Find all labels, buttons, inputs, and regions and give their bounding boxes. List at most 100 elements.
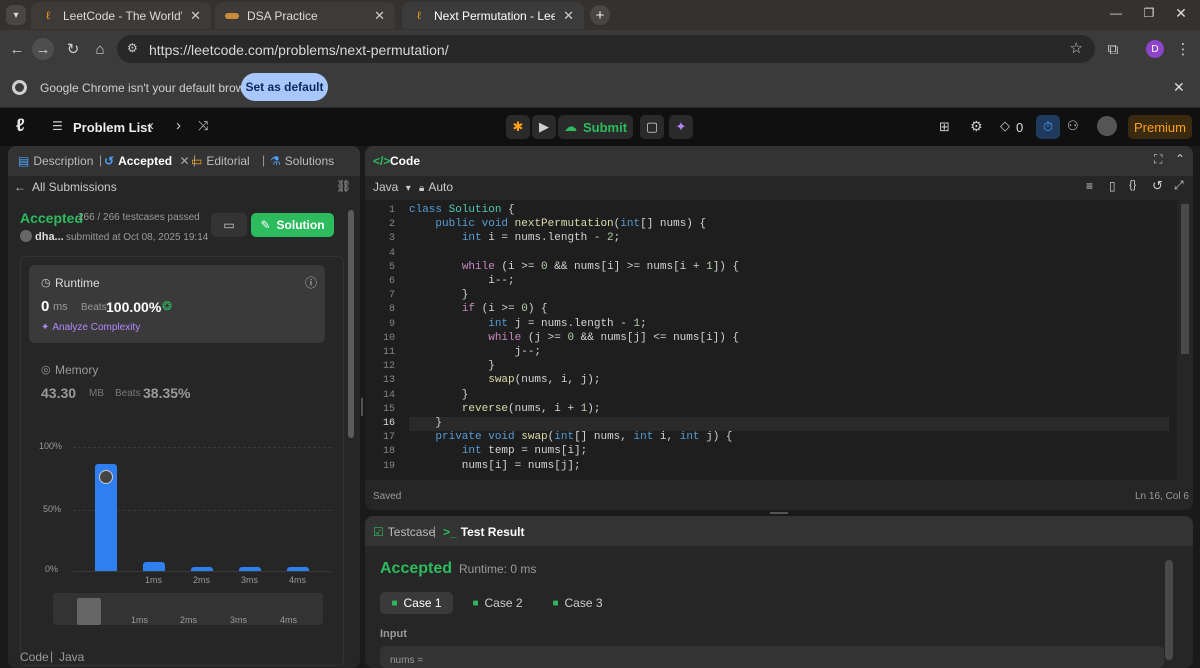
tab-editorial[interactable]: ▭ Editorial: [191, 154, 250, 168]
editorial-button[interactable]: ▭: [211, 213, 247, 237]
new-tab-button[interactable]: +: [590, 5, 610, 25]
reset-icon[interactable]: ↺: [1152, 178, 1163, 194]
home-button[interactable]: ⌂: [89, 38, 111, 60]
user-avatar[interactable]: [1097, 116, 1117, 136]
tab-testcase[interactable]: ☑ Testcase: [373, 525, 435, 539]
close-icon[interactable]: ✕: [1173, 79, 1185, 96]
settings-icon[interactable]: ⚙: [970, 118, 983, 135]
code-line[interactable]: private void swap(int[] nums, int i, int…: [409, 431, 732, 445]
bookmark-star-icon[interactable]: ☆: [1070, 39, 1083, 57]
code-editor[interactable]: 1 class Solution {2 public void nextPermu…: [365, 200, 1177, 480]
case-1-tab[interactable]: ■ Case 1: [380, 592, 453, 614]
code-line[interactable]: reverse(nums, i + 1);: [409, 403, 601, 417]
site-info-icon[interactable]: ⚙: [127, 41, 138, 55]
runtime-card[interactable]: ◷ Runtime ⓘ 0 ms Beats 100.00% ❂ ✦ Analyz…: [29, 265, 325, 343]
code-line[interactable]: class Solution {: [409, 204, 515, 218]
chart-bar-3ms[interactable]: [239, 567, 261, 571]
case-3-tab[interactable]: ■ Case 3: [541, 592, 614, 614]
solution-button[interactable]: ✎ Solution: [251, 213, 334, 237]
tab-search-button[interactable]: ▾: [6, 5, 26, 25]
tab-description[interactable]: ▤ Description: [18, 154, 93, 168]
problem-list-link[interactable]: Problem List: [73, 120, 152, 135]
fullscreen-icon[interactable]: ⤢: [1174, 178, 1184, 193]
browser-tab-dsa-practice[interactable]: DSA Practice ✕: [215, 2, 395, 29]
run-button[interactable]: ▶: [532, 115, 556, 139]
submit-button[interactable]: ☁ Submit: [558, 115, 633, 139]
code-line[interactable]: }: [409, 360, 495, 374]
all-submissions-link[interactable]: ← All Submissions: [14, 180, 117, 194]
browser-tab-leetcode-home[interactable]: ℓ LeetCode - The World's Leading ✕: [31, 2, 211, 29]
tab-solutions[interactable]: ⚗ Solutions: [270, 154, 334, 168]
leetcode-logo-icon[interactable]: ℓ: [16, 115, 25, 136]
close-icon[interactable]: ✕: [190, 8, 201, 24]
code-line[interactable]: }: [409, 417, 1169, 431]
code-line[interactable]: }: [409, 289, 469, 303]
result-scrollbar[interactable]: [1165, 560, 1173, 660]
set-as-default-button[interactable]: Set as default: [241, 73, 328, 101]
chart-bar-4ms[interactable]: [287, 567, 309, 571]
close-window-button[interactable]: ✕: [1170, 5, 1192, 23]
chart-bar-2ms[interactable]: [191, 567, 213, 571]
back-button[interactable]: ←: [6, 38, 28, 60]
case-2-tab[interactable]: ■ Case 2: [461, 592, 534, 614]
profile-avatar[interactable]: D: [1146, 40, 1164, 58]
input-box[interactable]: nums =: [380, 646, 1164, 668]
timer-button[interactable]: ⏱: [1036, 115, 1060, 139]
layout-icon[interactable]: ⊞: [939, 119, 950, 135]
address-bar[interactable]: ⚙ https://leetcode.com/problems/next-per…: [117, 35, 1095, 63]
url-text[interactable]: https://leetcode.com/problems/next-permu…: [149, 42, 449, 58]
link-icon[interactable]: ⛓: [336, 179, 351, 193]
vertical-splitter-handle[interactable]: [361, 398, 363, 416]
editor-scrollbar[interactable]: [1181, 204, 1189, 354]
close-icon[interactable]: ✕: [563, 8, 574, 24]
memory-card[interactable]: ◎ Memory 43.30 MB Beats 38.35%: [29, 357, 325, 407]
prev-problem-button[interactable]: ‹: [149, 117, 154, 134]
code-line[interactable]: while (i >= 0 && nums[i] >= nums[i + 1])…: [409, 261, 739, 275]
braces-icon[interactable]: {}: [1129, 179, 1136, 191]
browser-menu-button[interactable]: ⋮: [1172, 38, 1194, 60]
tab-accepted[interactable]: ↺ Accepted ✕: [104, 154, 190, 168]
format-icon[interactable]: ≡: [1086, 179, 1093, 193]
info-icon[interactable]: ⓘ: [305, 274, 317, 291]
analyze-complexity-link[interactable]: ✦ Analyze Complexity: [41, 322, 140, 333]
range-selector[interactable]: 1ms 2ms 3ms 4ms: [53, 593, 323, 625]
tab-test-result[interactable]: >_ Test Result: [443, 525, 524, 539]
range-thumb[interactable]: [77, 598, 101, 625]
debug-button[interactable]: ✱: [506, 115, 530, 139]
premium-button[interactable]: Premium: [1128, 115, 1192, 139]
left-scrollbar[interactable]: [348, 210, 354, 438]
language-select[interactable]: Java ▾: [373, 180, 411, 194]
code-line[interactable]: nums[i] = nums[j];: [409, 460, 581, 474]
horizontal-splitter-handle[interactable]: [770, 512, 788, 514]
minimize-window-button[interactable]: —: [1105, 6, 1127, 24]
chart-bar-1ms[interactable]: [143, 562, 165, 571]
code-line[interactable]: while (j >= 0 && nums[j] <= nums[i]) {: [409, 332, 739, 346]
bookmark-icon[interactable]: ▯: [1109, 179, 1116, 193]
auto-mode-toggle[interactable]: 🔒︎ Auto: [419, 180, 453, 194]
extensions-button[interactable]: ⧉: [1102, 38, 1124, 60]
username[interactable]: dha...: [35, 231, 64, 243]
ai-assistant-button[interactable]: ✦: [669, 115, 693, 139]
close-icon[interactable]: ✕: [179, 154, 189, 168]
streak-icon[interactable]: ◇: [1000, 118, 1010, 134]
shuffle-icon[interactable]: ⤨: [198, 118, 208, 134]
next-problem-button[interactable]: ›: [176, 117, 181, 134]
expand-icon[interactable]: ⛶: [1154, 152, 1162, 167]
code-line[interactable]: int j = nums.length - 1;: [409, 318, 646, 332]
code-line[interactable]: int i = nums.length - 2;: [409, 232, 620, 246]
collapse-icon[interactable]: ⌃: [1175, 152, 1185, 166]
reload-button[interactable]: ↻: [62, 38, 84, 60]
browser-tab-next-permutation[interactable]: ℓ Next Permutation - LeetCode ✕: [402, 2, 584, 29]
code-line[interactable]: }: [409, 389, 469, 403]
code-line[interactable]: swap(nums, i, j);: [409, 374, 600, 388]
maximize-window-button[interactable]: ❐: [1138, 6, 1160, 24]
code-line[interactable]: i--;: [409, 275, 514, 289]
code-line[interactable]: j--;: [409, 346, 541, 360]
add-friend-icon[interactable]: ⚇: [1067, 118, 1079, 134]
code-line[interactable]: int temp = nums[i];: [409, 445, 587, 459]
code-line[interactable]: public void nextPermutation(int[] nums) …: [409, 218, 706, 232]
code-line[interactable]: if (i >= 0) {: [409, 303, 548, 317]
chart-bar-0ms[interactable]: [95, 464, 117, 571]
forward-button[interactable]: →: [32, 38, 54, 60]
notes-button[interactable]: ▢: [640, 115, 664, 139]
